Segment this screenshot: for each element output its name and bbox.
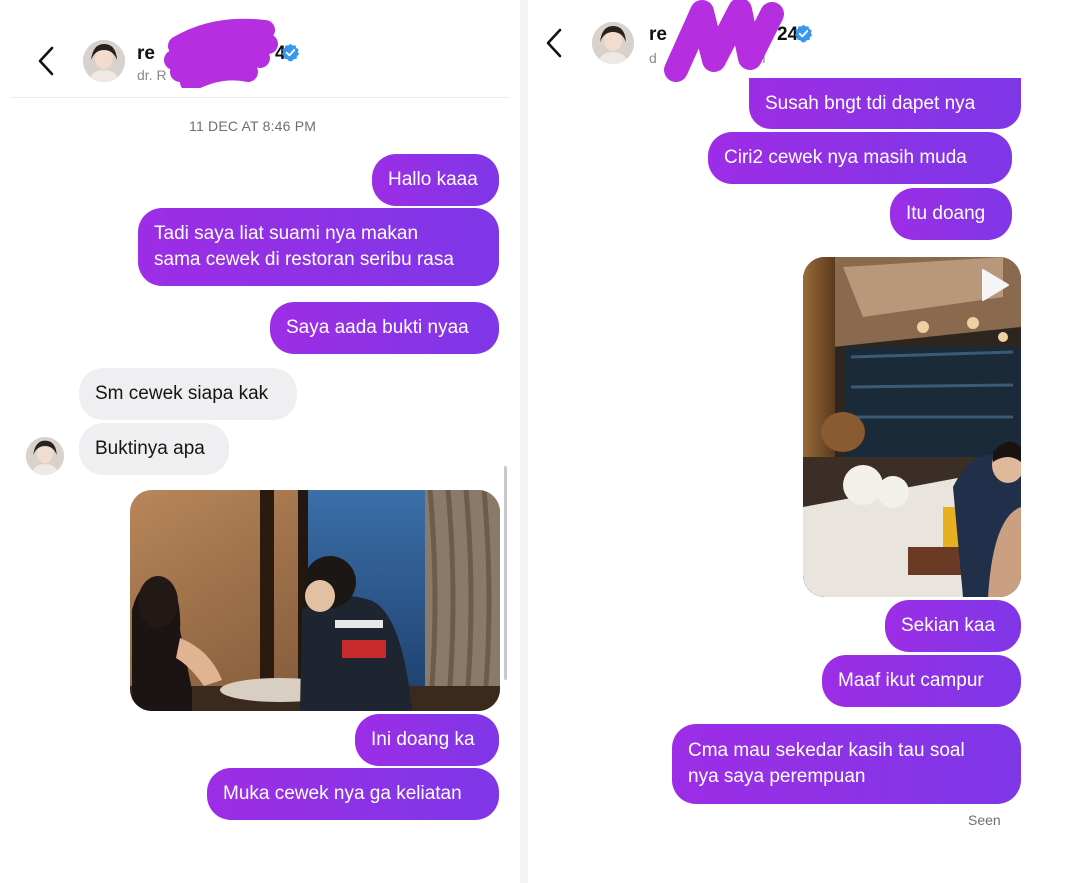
sender-avatar[interactable] xyxy=(26,437,64,475)
chat-screenshot-right: re 24 d ndi Susah bngt tdi dapet nya Ciri2… xyxy=(528,0,1079,883)
message-bubble-outgoing[interactable]: Cma mau sekedar kasih tau soal nya saya … xyxy=(672,724,1021,804)
message-bubble-outgoing[interactable]: Sekian kaa xyxy=(885,600,1021,652)
panel-separator xyxy=(520,0,528,883)
scrollbar[interactable] xyxy=(504,466,507,680)
verified-badge-icon xyxy=(281,43,300,62)
play-icon[interactable] xyxy=(980,268,1010,302)
seen-status: Seen xyxy=(968,812,1001,828)
message-bubble-outgoing[interactable]: Tadi saya liat suami nya makan sama cewe… xyxy=(138,208,499,286)
redaction-scribble xyxy=(664,0,784,82)
profile-avatar[interactable] xyxy=(83,40,125,82)
shared-video[interactable] xyxy=(803,257,1021,597)
message-bubble-incoming[interactable]: Buktinya apa xyxy=(79,423,229,475)
message-bubble-outgoing[interactable]: Ciri2 cewek nya masih muda xyxy=(708,132,1012,184)
verified-badge-icon xyxy=(794,24,813,43)
chat-screenshot-left: re 4 dr. Rendi 11 DEC AT 8:46 PM Hallo ka… xyxy=(0,0,520,883)
message-timestamp: 11 DEC AT 8:46 PM xyxy=(189,118,317,134)
message-bubble-outgoing[interactable]: Hallo kaaa xyxy=(372,154,499,206)
message-bubble-outgoing[interactable]: Itu doang xyxy=(890,188,1012,240)
back-icon[interactable] xyxy=(34,44,60,78)
message-bubble-outgoing[interactable]: Susah bngt tdi dapet nya xyxy=(749,78,1021,129)
message-bubble-incoming[interactable]: Sm cewek siapa kak xyxy=(79,368,297,420)
message-bubble-outgoing[interactable]: Maaf ikut campur xyxy=(822,655,1021,707)
message-bubble-outgoing[interactable]: Ini doang ka xyxy=(355,714,499,766)
shared-photo[interactable] xyxy=(130,490,500,711)
header-divider xyxy=(10,97,510,98)
message-bubble-outgoing[interactable]: Muka cewek nya ga keliatan xyxy=(207,768,499,820)
message-bubble-outgoing[interactable]: Saya aada bukti nyaa xyxy=(270,302,499,354)
username-start: re xyxy=(137,43,155,64)
back-icon[interactable] xyxy=(542,26,568,60)
profile-avatar[interactable] xyxy=(592,22,634,64)
redaction-scribble xyxy=(164,18,278,88)
